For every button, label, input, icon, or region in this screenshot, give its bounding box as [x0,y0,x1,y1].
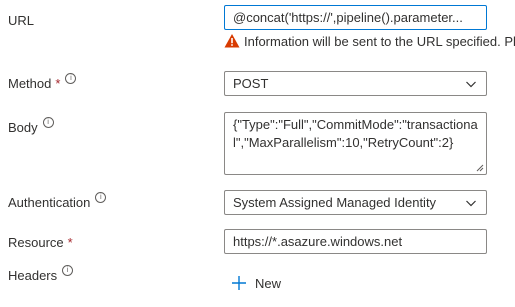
url-input[interactable]: @concat('https://',pipeline().parameter.… [224,5,487,30]
headers-label-text: Headers [8,268,58,283]
info-circle-icon[interactable]: i [65,73,77,84]
method-label: Method * i [8,73,77,91]
url-input-value: @concat('https://',pipeline().parameter.… [233,10,463,25]
resource-label: Resource * [8,235,73,250]
url-label-text: URL [8,13,35,28]
url-warning-text: Information will be sent to the URL spec… [244,33,515,49]
method-select-value: POST [233,76,269,91]
authentication-select[interactable]: System Assigned Managed Identity [224,190,487,215]
required-asterisk: * [55,76,61,91]
body-label-text: Body [8,120,38,135]
headers-label: Headers i [8,265,74,283]
method-label-text: Method [8,76,52,91]
authentication-label-text: Authentication [8,195,91,210]
info-circle-icon[interactable]: i [42,117,54,128]
plus-icon [232,276,246,290]
resource-input-value: https://*.asazure.windows.net [233,234,403,249]
info-circle-icon[interactable]: i [95,192,107,203]
chevron-down-icon [466,81,476,87]
url-warning: Information will be sent to the URL spec… [224,33,515,49]
required-asterisk: * [67,235,73,250]
url-label: URL [8,13,34,28]
body-textarea-value: {"Type":"Full","CommitMode":"transaction… [233,117,478,150]
body-label: Body i [8,117,54,135]
resource-label-text: Resource [8,235,64,250]
method-select[interactable]: POST [224,71,487,96]
warning-triangle-icon [224,34,240,48]
body-textarea[interactable]: {"Type":"Full","CommitMode":"transaction… [224,112,487,175]
add-header-button[interactable]: New [231,275,281,291]
add-header-label: New [255,275,282,291]
resource-input[interactable]: https://*.asazure.windows.net [224,229,487,254]
info-circle-icon[interactable]: i [62,265,74,276]
authentication-label: Authentication i [8,192,107,210]
authentication-select-value: System Assigned Managed Identity [233,195,437,210]
chevron-down-icon [466,200,476,206]
resize-grip-icon[interactable] [475,163,484,172]
